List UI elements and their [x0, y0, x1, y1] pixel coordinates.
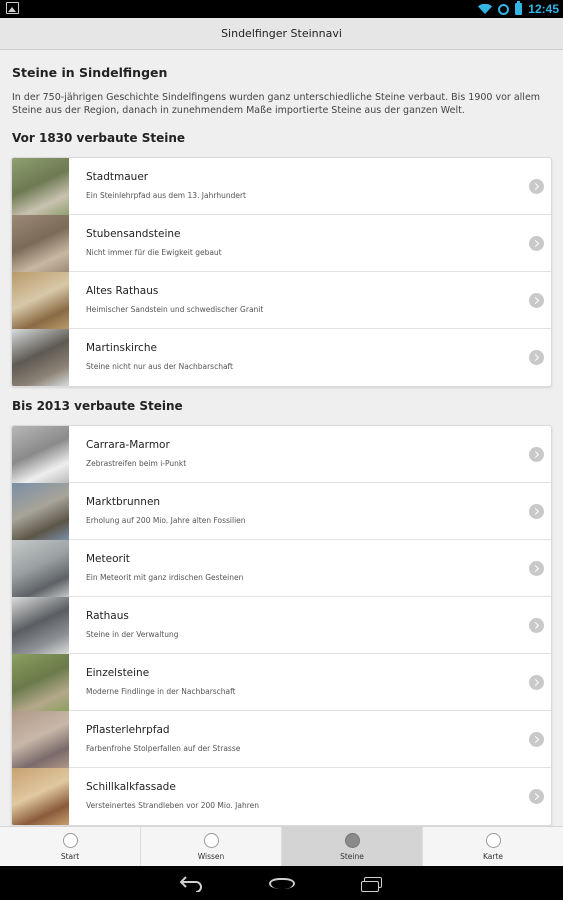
- stone-list-vor-1830: Stadtmauer Ein Steinlehrpfad aus dem 13. …: [11, 157, 552, 387]
- stone-item-subtitle: Steine in der Verwaltung: [86, 630, 179, 639]
- tab-label: Start: [60, 852, 80, 861]
- tab-label: Wissen: [197, 852, 225, 861]
- stone-thumbnail: [12, 158, 69, 215]
- stone-thumbnail: [12, 711, 69, 768]
- stone-thumbnail: [12, 540, 69, 597]
- stone-item-title: Einzelsteine: [86, 667, 150, 679]
- tab-start[interactable]: Start: [0, 827, 141, 866]
- stone-thumbnail: [12, 768, 69, 825]
- main-content[interactable]: Steine in Sindelfingen In der 750-jährig…: [0, 51, 563, 826]
- stone-thumbnail: [12, 483, 69, 540]
- home-nav-icon[interactable]: [269, 878, 295, 889]
- stone-item-subtitle: Heimischer Sandstein und schwedischer Gr…: [86, 305, 264, 314]
- stone-item-subtitle: Zebrastreifen beim i-Punkt: [86, 459, 187, 468]
- stone-item-title: Meteorit: [86, 553, 130, 565]
- stone-thumbnail: [12, 426, 69, 483]
- gallery-notification-icon: [6, 2, 19, 14]
- status-bar: 12:45: [0, 0, 563, 18]
- section-heading-bis-2013: Bis 2013 verbaute Steine: [12, 399, 183, 413]
- stone-thumbnail: [12, 597, 69, 654]
- sync-icon: [498, 3, 510, 15]
- stone-item-title: Altes Rathaus: [86, 285, 159, 297]
- stone-item-stubensandsteine[interactable]: Stubensandsteine Nicht immer für die Ewig…: [12, 215, 551, 272]
- stone-thumbnail: [12, 654, 69, 711]
- app-title-bar: Sindelfinger Steinnavi: [0, 18, 563, 50]
- stone-item-subtitle: Nicht immer für die Ewigkeit gebaut: [86, 248, 222, 257]
- stone-item-title: Carrara-Marmor: [86, 439, 170, 451]
- recent-apps-icon[interactable]: [361, 877, 383, 892]
- tab-wissen[interactable]: Wissen: [141, 827, 282, 866]
- chevron-right-icon: [529, 675, 544, 690]
- stone-item-rathaus[interactable]: Rathaus Steine in der Verwaltung: [12, 597, 551, 654]
- stone-item-subtitle: Ein Meteorit mit ganz irdischen Gesteine…: [86, 573, 244, 582]
- stone-item-title: Stubensandsteine: [86, 228, 181, 240]
- stone-item-title: Pflasterlehrpfad: [86, 724, 170, 736]
- stone-item-schillkalkfassade[interactable]: Schillkalkfassade Versteinertes Strandleb…: [12, 768, 551, 825]
- chevron-right-icon: [529, 618, 544, 633]
- stone-list-bis-2013: Carrara-Marmor Zebrastreifen beim i-Punkt…: [11, 425, 552, 826]
- tab-steine[interactable]: Steine: [282, 827, 423, 866]
- back-icon[interactable]: [179, 874, 203, 892]
- stone-item-title: Rathaus: [86, 610, 129, 622]
- book-icon: [203, 833, 219, 848]
- stone-thumbnail: [12, 329, 69, 386]
- stone-item-title: Martinskirche: [86, 342, 157, 354]
- tab-label: Karte: [482, 852, 504, 861]
- stone-item-subtitle: Versteinertes Strandleben vor 200 Mio. J…: [86, 801, 260, 810]
- stone-item-title: Marktbrunnen: [86, 496, 161, 508]
- home-icon: [62, 833, 78, 848]
- section-heading-vor-1830: Vor 1830 verbaute Steine: [12, 131, 186, 145]
- battery-icon: [515, 1, 523, 15]
- chevron-right-icon: [529, 293, 544, 308]
- status-time: 12:45: [528, 2, 559, 16]
- stone-item-title: Schillkalkfassade: [86, 781, 176, 793]
- page-title: Steine in Sindelfingen: [12, 65, 168, 80]
- stone-item-subtitle: Moderne Findlinge in der Nachbarschaft: [86, 687, 236, 696]
- stone-item-pflasterlehrpfad[interactable]: Pflasterlehrpfad Farbenfrohe Stolperfalle…: [12, 711, 551, 768]
- chevron-right-icon: [529, 236, 544, 251]
- app-title: Sindelfinger Steinnavi: [221, 27, 342, 40]
- stone-thumbnail: [12, 215, 69, 272]
- stone-item-subtitle: Erholung auf 200 Mio. Jahre alten Fossil…: [86, 516, 246, 525]
- stone-item-subtitle: Ein Steinlehrpfad aus dem 13. Jahrhunder…: [86, 191, 246, 200]
- stone-item-carrara-marmor[interactable]: Carrara-Marmor Zebrastreifen beim i-Punkt: [12, 426, 551, 483]
- stone-thumbnail: [12, 272, 69, 329]
- stone-item-martinskirche[interactable]: Martinskirche Steine nicht nur aus der Na…: [12, 329, 551, 386]
- map-icon: [485, 833, 501, 848]
- wifi-icon: [478, 4, 493, 14]
- chevron-right-icon: [529, 350, 544, 365]
- stone-item-subtitle: Farbenfrohe Stolperfallen auf der Strass…: [86, 744, 241, 753]
- stone-item-meteorit[interactable]: Meteorit Ein Meteorit mit ganz irdischen …: [12, 540, 551, 597]
- chevron-right-icon: [529, 789, 544, 804]
- stone-item-stadtmauer[interactable]: Stadtmauer Ein Steinlehrpfad aus dem 13. …: [12, 158, 551, 215]
- chevron-right-icon: [529, 447, 544, 462]
- chevron-right-icon: [529, 561, 544, 576]
- bottom-tab-bar: Start Wissen Steine Karte: [0, 826, 563, 866]
- stone-item-title: Stadtmauer: [86, 171, 149, 183]
- tab-karte[interactable]: Karte: [423, 827, 563, 866]
- chevron-right-icon: [529, 179, 544, 194]
- system-navigation-bar: [0, 866, 563, 900]
- chevron-right-icon: [529, 504, 544, 519]
- stone-item-subtitle: Steine nicht nur aus der Nachbarschaft: [86, 362, 234, 371]
- stone-item-einzelsteine[interactable]: Einzelsteine Moderne Findlinge in der Nac…: [12, 654, 551, 711]
- stone-item-altes-rathaus[interactable]: Altes Rathaus Heimischer Sandstein und sc…: [12, 272, 551, 329]
- tab-label: Steine: [340, 852, 364, 861]
- chevron-right-icon: [529, 732, 544, 747]
- stone-item-marktbrunnen[interactable]: Marktbrunnen Erholung auf 200 Mio. Jahre …: [12, 483, 551, 540]
- stone-icon: [344, 833, 360, 848]
- intro-text: In der 750-jährigen Geschichte Sindelfin…: [12, 92, 541, 116]
